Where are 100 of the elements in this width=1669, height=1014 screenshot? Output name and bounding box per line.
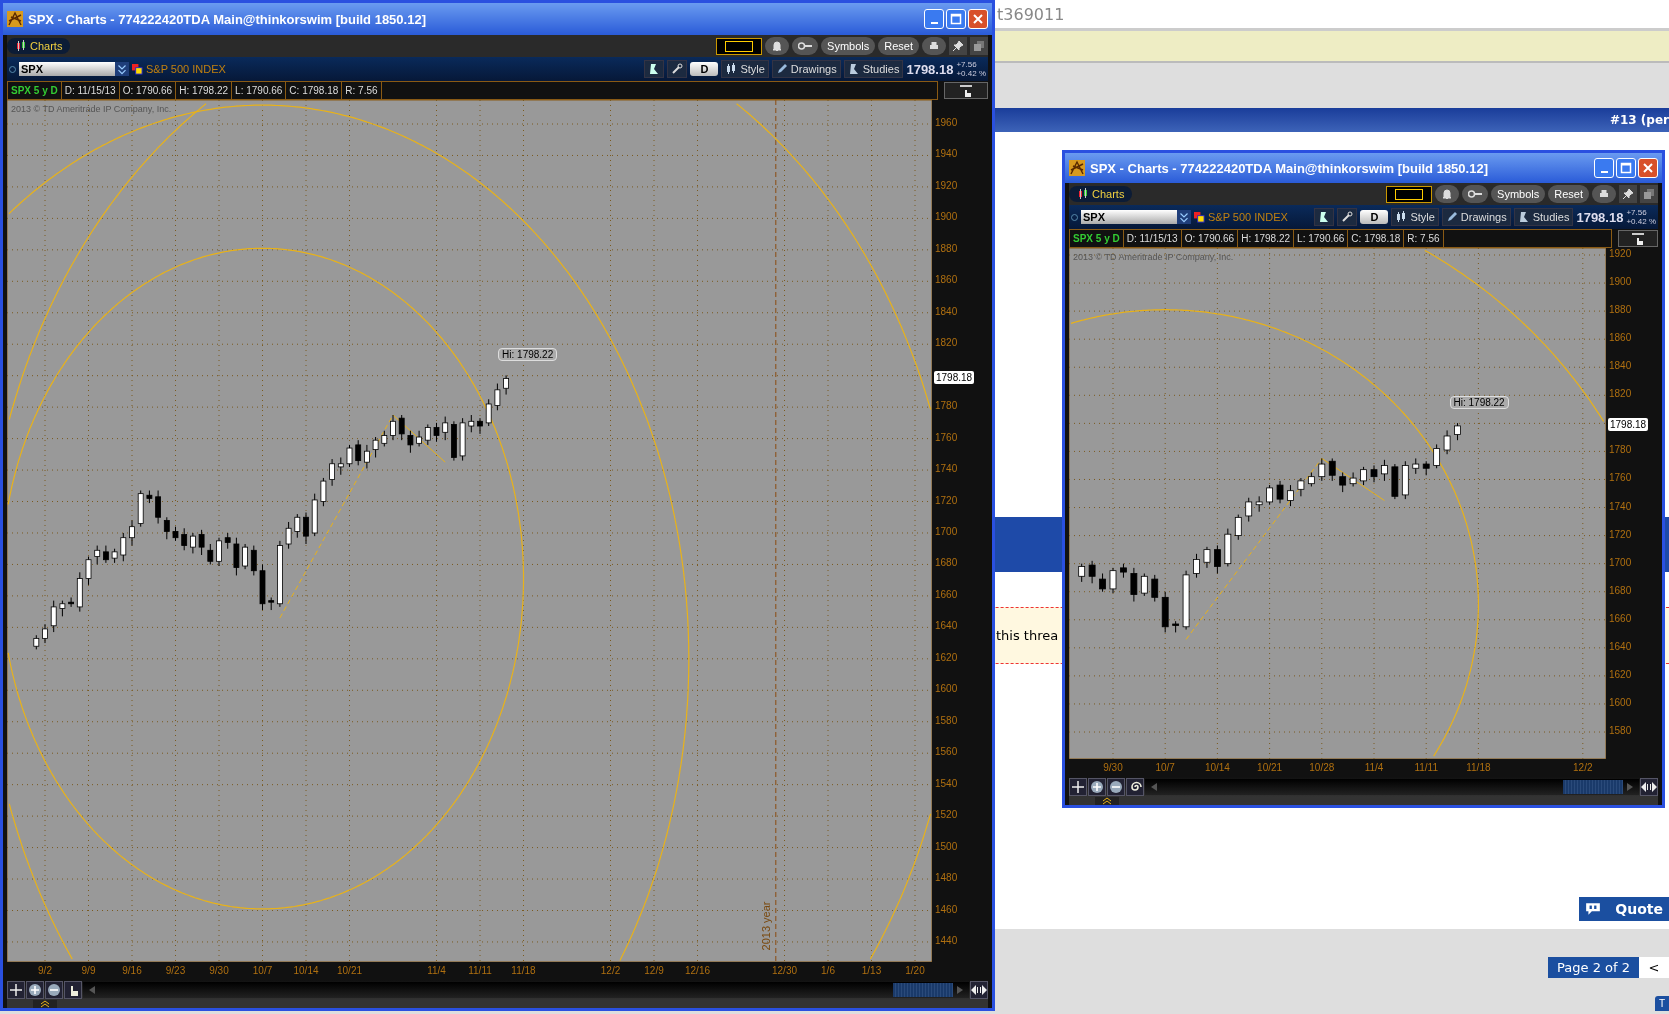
candlestick (207, 543, 214, 565)
price-axis-label: 1820 (935, 337, 958, 349)
color-picker[interactable] (716, 37, 763, 55)
chart-tool-button[interactable]: Studies (843, 60, 904, 78)
chart-tool-button[interactable]: Style (1391, 208, 1439, 226)
close-button[interactable] (968, 9, 988, 29)
candlestick (233, 537, 240, 576)
aggregation-button[interactable]: D (1360, 210, 1389, 224)
price-axis-label: 1840 (1609, 360, 1632, 372)
zoom-in-button[interactable] (26, 981, 44, 999)
net-change: +7.56 (956, 60, 978, 69)
candlestick (1140, 573, 1148, 597)
maximize-button[interactable] (1616, 158, 1636, 178)
candlestick (163, 516, 170, 540)
reset-zoom-button[interactable] (1126, 778, 1144, 796)
wrench-icon (671, 63, 684, 75)
maximize-button[interactable] (946, 9, 966, 29)
top-button[interactable]: T (1654, 996, 1669, 1011)
print-button[interactable] (1592, 185, 1616, 203)
post-number: #13 (per (1609, 113, 1669, 127)
cursor-button[interactable] (944, 82, 988, 99)
symbol-field[interactable]: SPX (1081, 210, 1191, 224)
candlestick (1433, 443, 1441, 469)
alert-button[interactable] (765, 37, 790, 55)
dropdown-arrow-icon (1177, 210, 1191, 224)
color-picker[interactable] (1386, 185, 1433, 203)
detach-button[interactable] (1640, 185, 1658, 203)
detach-button[interactable] (970, 37, 988, 55)
candlestick (1078, 563, 1086, 583)
candlestick (146, 490, 153, 504)
expand-button[interactable] (1640, 778, 1658, 796)
candlestick (42, 623, 48, 644)
print-button[interactable] (922, 37, 946, 55)
scroll-thumb[interactable] (1563, 780, 1623, 794)
pin-button[interactable] (949, 37, 967, 55)
ohlc-value: D: 11/15/13 (1123, 230, 1182, 247)
candlestick (120, 532, 127, 562)
wrench-button[interactable] (1337, 208, 1358, 226)
toolbar-button[interactable]: Reset (1548, 185, 1589, 203)
chart-tool-button[interactable]: Studies (1513, 208, 1574, 226)
candlestick (329, 458, 335, 487)
candlestick (503, 374, 509, 396)
minimize-button[interactable] (1594, 158, 1614, 178)
drawing-tools-button[interactable] (644, 60, 665, 78)
close-button[interactable] (1638, 158, 1658, 178)
right-arrow-icon (957, 986, 963, 994)
zoom-out-button[interactable] (1107, 778, 1125, 796)
last-price: 1798.18 (1576, 209, 1624, 225)
chart-tool-button[interactable]: Style (721, 60, 769, 78)
candlestick (1109, 567, 1117, 594)
toolbar-button[interactable]: Reset (878, 37, 919, 55)
price-axis-label: 1600 (1609, 696, 1632, 708)
symbol-field[interactable]: SPX (19, 62, 129, 76)
price-axis-label: 1660 (935, 588, 958, 600)
candlestick (137, 490, 144, 528)
candlestick (451, 420, 457, 462)
quote-button[interactable]: Quote (1579, 897, 1669, 921)
wrench-button[interactable] (667, 60, 688, 78)
minimize-icon (1600, 170, 1608, 173)
url-text: t369011 (997, 4, 1065, 24)
minimize-button[interactable] (924, 9, 944, 29)
candlestick (1328, 457, 1336, 482)
candlestick-icon (1395, 211, 1408, 223)
chart-tool-button[interactable]: Drawings (1441, 208, 1511, 226)
expand-handle[interactable] (1095, 797, 1119, 805)
crosshair-button[interactable] (7, 981, 25, 999)
cursor-button[interactable] (1618, 230, 1658, 247)
settings-button[interactable] (792, 37, 819, 55)
price-axis-label: 1740 (935, 463, 958, 475)
candlestick (103, 545, 109, 564)
alert-button[interactable] (1435, 185, 1460, 203)
candlestick (1297, 477, 1305, 497)
scroll-thumb[interactable] (893, 983, 953, 997)
crosshair-button[interactable] (1069, 778, 1087, 796)
expand-button[interactable] (970, 981, 988, 999)
aggregation-button[interactable]: D (690, 62, 719, 76)
crosshair-icon (1071, 780, 1085, 794)
expand-handle[interactable] (33, 1000, 57, 1008)
drawing-tools-button[interactable] (1314, 208, 1335, 226)
page-indicator[interactable]: Page 2 of 2 (1548, 957, 1639, 978)
period-label: 2013 year (760, 901, 773, 951)
previous-page-link[interactable]: < (1639, 957, 1669, 978)
price-axis-label: 1460 (935, 903, 958, 915)
chart-tool-button[interactable]: Drawings (771, 60, 841, 78)
zoom-in-button[interactable] (1088, 778, 1106, 796)
charts-tab[interactable]: Charts (1069, 186, 1133, 202)
zoom-out-button[interactable] (45, 981, 63, 999)
candlestick (1193, 553, 1200, 579)
symbol-description: S&P 500 INDEX (1208, 211, 1288, 223)
toolbar-button[interactable]: Symbols (821, 37, 876, 55)
pin-button[interactable] (1619, 185, 1637, 203)
candlestick (76, 571, 83, 613)
toolbar-button[interactable]: Symbols (1491, 185, 1546, 203)
charts-tab[interactable]: Charts (7, 38, 71, 54)
price-axis-label: 1700 (1609, 556, 1632, 568)
price-axis-label: 1900 (1609, 276, 1632, 288)
window-title: SPX - Charts - 774222420TDA Main@thinkorswim [build 1850.12] (28, 11, 426, 27)
candlestick (172, 526, 179, 542)
candlestick (311, 493, 318, 537)
settings-button[interactable] (1462, 185, 1489, 203)
